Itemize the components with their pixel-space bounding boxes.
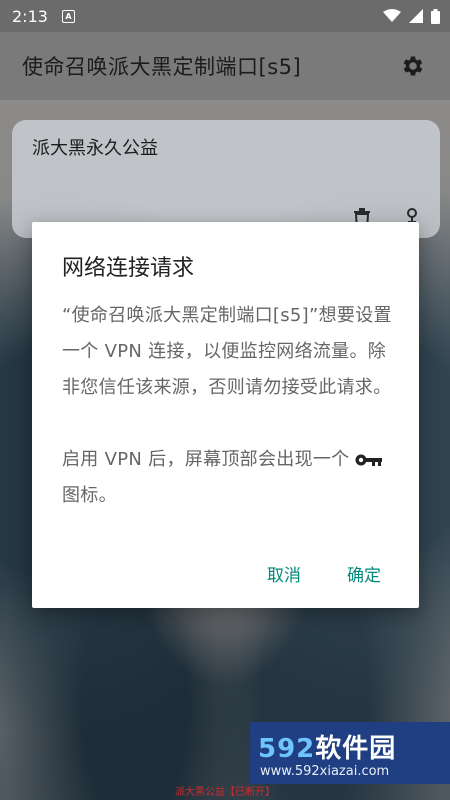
status-bar: 2:13 A [0,0,450,32]
confirm-button[interactable]: 确定 [347,561,381,586]
battery-icon [431,8,440,24]
connection-status: 派大黑公益【已断开】 [175,787,275,798]
dialog-actions: 取消 确定 [267,561,381,586]
dialog-message: “使命召唤派大黑定制端口[s5]”想要设置一个 VPN 连接，以便监控网络流量。… [62,298,397,514]
a-icon: A [61,9,75,23]
watermark-brand-text: 软件园 [315,734,397,764]
key-icon [355,454,383,466]
dialog-message-warning: “使命召唤派大黑定制端口[s5]”想要设置一个 VPN 连接，以便监控网络流量。… [62,305,392,398]
watermark-url: www.592xiazai.com [260,764,390,779]
watermark-brand: 592软件园 [258,728,396,765]
cancel-button[interactable]: 取消 [267,561,301,586]
dialog-message-info: 启用 VPN 后，屏幕顶部会出现一个 图标。 [62,442,397,514]
site-watermark: 592软件园 www.592xiazai.com [250,722,450,784]
dialog-message-info-before: 启用 VPN 后，屏幕顶部会出现一个 [62,449,350,470]
vpn-permission-dialog: 网络连接请求 “使命召唤派大黑定制端口[s5]”想要设置一个 VPN 连接，以便… [32,222,419,608]
status-time: 2:13 [12,6,48,26]
app-title: 使命召唤派大黑定制端口[s5] [22,55,302,79]
app-bar: 使命召唤派大黑定制端口[s5] [0,32,450,100]
gear-icon [403,56,423,76]
dialog-title: 网络连接请求 [62,256,195,281]
card-title: 派大黑永久公益 [32,138,158,159]
server-card[interactable]: 派大黑永久公益 [12,120,440,238]
wifi-icon [383,9,401,22]
signal-icon [409,9,423,23]
settings-button[interactable] [398,51,428,81]
dialog-message-info-after: 图标。 [62,485,117,506]
status-icons [383,8,440,24]
watermark-brand-number: 592 [258,734,316,764]
